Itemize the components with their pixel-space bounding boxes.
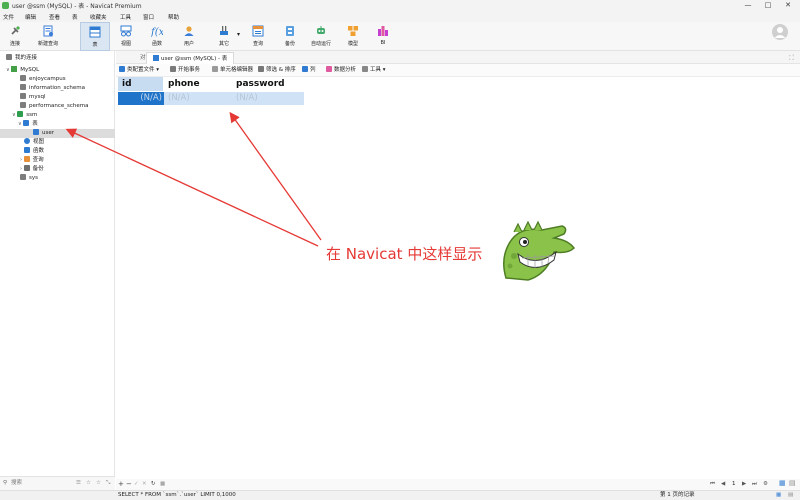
page-number-input[interactable]: 1 — [732, 480, 736, 489]
add-record-icon[interactable]: + — [118, 480, 124, 489]
arrow-to-tree — [65, 128, 319, 247]
grid-view-icon[interactable]: ▦ — [779, 479, 786, 488]
form-view-icon[interactable]: ▤ — [789, 479, 796, 488]
discard-icon[interactable]: ✕ — [142, 480, 147, 489]
star-icon[interactable]: ☆ — [86, 479, 91, 488]
first-page-icon[interactable]: ⏮ — [710, 480, 715, 489]
annotation-text: 在 Navicat 中这样显示 — [326, 245, 483, 263]
prev-page-icon[interactable]: ◀ — [721, 480, 725, 489]
apply-icon[interactable]: ✓ — [134, 480, 139, 489]
search-input[interactable]: 搜索 — [11, 479, 22, 488]
grid-layout-icon[interactable]: ▦ — [776, 491, 781, 500]
status-bar: SELECT * FROM `ssm`.`user` LIMIT 0,1000 … — [0, 490, 800, 500]
form-layout-icon[interactable]: ▤ — [788, 491, 793, 500]
stop-icon[interactable]: ■ — [160, 480, 165, 489]
records-status: 第 1 页的记录 — [660, 492, 695, 498]
crocodile-sticker — [503, 220, 575, 281]
next-page-icon[interactable]: ▶ — [742, 480, 746, 489]
tree-search-bar: ⚲ 搜索 ☰ ☆ ☆ ⤡ — [0, 476, 115, 490]
last-page-icon[interactable]: ⏭ — [752, 480, 757, 489]
filter-icon[interactable]: ☰ — [76, 479, 81, 488]
grid-footer: + − ✓ ✕ ↻ ■ ⏮ ◀ 1 ▶ ⏭ ⚙ ▦ ▤ — [116, 479, 800, 490]
refresh-icon[interactable]: ↻ — [151, 480, 156, 489]
page-settings-icon[interactable]: ⚙ — [763, 480, 768, 489]
sql-statement: SELECT * FROM `ssm`.`user` LIMIT 0,1000 — [118, 492, 236, 498]
delete-record-icon[interactable]: − — [126, 480, 132, 489]
arrow-to-grid — [229, 111, 322, 241]
search-icon: ⚲ — [3, 480, 8, 486]
collapse-icon[interactable]: ⤡ — [106, 479, 110, 488]
star-outline-icon[interactable]: ☆ — [96, 479, 101, 488]
